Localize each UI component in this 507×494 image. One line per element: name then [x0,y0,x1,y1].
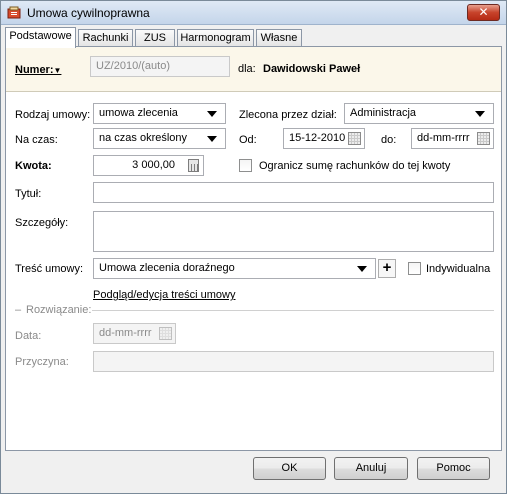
preview-content-link[interactable]: Podgląd/edycja treści umowy [93,289,235,301]
individual-checkbox[interactable] [408,262,421,275]
window-title: Umowa cywilnoprawna [27,6,150,20]
for-label: dla: [238,63,256,75]
tab-label: Rachunki [82,32,129,44]
termination-section-label: Rozwiązanie: [26,304,92,316]
calendar-icon[interactable] [348,132,361,145]
calculator-icon[interactable] [188,159,199,172]
plus-icon: + [382,259,392,276]
chevron-down-icon: ▼ [53,66,62,75]
content-select[interactable]: Umowa zlecenia doraźnego [93,258,376,279]
termination-reason-field [93,351,494,372]
calendar-icon[interactable] [477,132,490,145]
limit-checkbox[interactable] [239,159,252,172]
number-field: UZ/2010/(auto) [90,56,230,77]
duration-label: Na czas: [15,134,58,146]
person-name: Dawidowski Paweł [263,63,361,75]
contract-type-label: Rodzaj umowy: [15,109,91,121]
details-label: Szczegóły: [15,217,69,229]
section-divider [92,310,494,311]
number-menu-button[interactable]: Numer:▼ [15,64,61,76]
termination-date-label: Data: [15,330,42,342]
tab-label: ZUS [144,32,166,44]
tab-podstawowe[interactable]: Podstawowe [5,27,76,48]
tab-wlasne[interactable]: Własne [256,29,302,47]
details-textarea[interactable] [93,211,494,252]
content-label: Treść umowy: [15,263,84,275]
tab-zus[interactable]: ZUS [135,29,175,47]
limit-checkbox-label: Ogranicz sumę rachunków do tej kwoty [259,160,451,172]
tab-panel-podstawowe: Numer:▼ UZ/2010/(auto) dla: Dawidowski P… [5,46,502,451]
title-label: Tytuł: [15,188,42,200]
from-label: Od: [239,134,257,146]
number-label: Numer: [15,64,54,76]
help-button[interactable]: Pomoc [417,457,490,480]
dialog-window: Umowa cywilnoprawna ✕ Podstawowe Rachunk… [0,0,507,494]
amount-field[interactable]: 3 000,00 [93,155,204,176]
tab-harmonogram[interactable]: Harmonogram [177,29,254,47]
amount-label: Kwota: [15,160,52,172]
duration-select[interactable]: na czas określony [93,128,226,149]
from-date-value: 15-12-2010 [289,132,346,144]
to-date-field[interactable]: dd-mm-rrrr [411,128,494,149]
to-label: do: [381,134,397,146]
ordered-by-label: Zlecona przez dział: [239,109,337,121]
contract-type-select[interactable]: umowa zlecenia [93,103,226,124]
dialog-footer: OK Anuluj Pomoc [1,453,506,493]
termination-date-field: dd-mm-rrrr [93,323,176,344]
contract-app-icon [7,6,21,19]
tab-rachunki[interactable]: Rachunki [78,29,133,47]
amount-value: 3 000,00 [132,159,175,171]
termination-reason-label: Przyczyna: [15,356,69,368]
tab-label: Podstawowe [9,30,72,42]
close-button[interactable]: ✕ [467,4,500,21]
ok-button[interactable]: OK [253,457,326,480]
add-content-button[interactable]: + [378,259,396,278]
title-input[interactable] [93,182,494,203]
individual-label: Indywidualna [426,263,491,275]
number-header: Numer:▼ UZ/2010/(auto) dla: Dawidowski P… [6,47,501,92]
department-select[interactable]: Administracja [344,103,494,124]
cancel-button[interactable]: Anuluj [334,457,408,480]
tab-label: Własne [260,32,298,44]
title-bar: Umowa cywilnoprawna ✕ [1,1,506,25]
termination-bullet: – [15,304,22,316]
termination-date-placeholder: dd-mm-rrrr [99,327,152,339]
from-date-field[interactable]: 15-12-2010 [283,128,365,149]
to-date-placeholder: dd-mm-rrrr [417,132,470,144]
close-icon: ✕ [478,5,489,19]
calendar-icon [159,327,172,340]
tab-label: Harmonogram [180,32,251,44]
